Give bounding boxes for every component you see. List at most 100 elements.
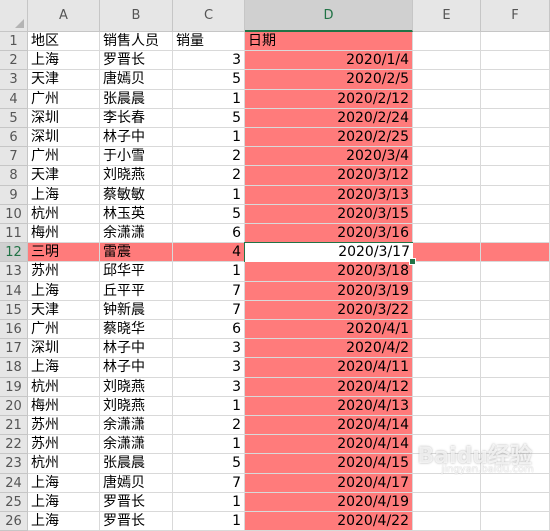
cell-b11[interactable]: 余潇潇: [100, 224, 173, 244]
cell-a21[interactable]: 苏州: [28, 416, 100, 436]
cell-d25[interactable]: 2020/4/19: [245, 492, 413, 512]
cell-a3[interactable]: 天津: [28, 70, 100, 90]
cell-f14[interactable]: [481, 281, 550, 301]
row-header-10[interactable]: 10: [0, 204, 28, 224]
cell-d7[interactable]: 2020/3/4: [245, 147, 413, 167]
cell-a19[interactable]: 杭州: [28, 377, 100, 397]
cell-b22[interactable]: 余潇潇: [100, 435, 173, 455]
cell-a5[interactable]: 深圳: [28, 108, 100, 128]
cell-e10[interactable]: [413, 204, 481, 224]
cell-a1[interactable]: 地区: [28, 32, 100, 52]
cell-d1[interactable]: 日期: [245, 32, 413, 52]
row-header-20[interactable]: 20: [0, 396, 28, 416]
cell-f20[interactable]: [481, 396, 550, 416]
row-header-15[interactable]: 15: [0, 300, 28, 320]
cell-f16[interactable]: [481, 320, 550, 340]
row-header-1[interactable]: 1: [0, 32, 28, 52]
cell-c2[interactable]: 3: [173, 51, 245, 71]
cell-b17[interactable]: 林子中: [100, 339, 173, 359]
row-header-8[interactable]: 8: [0, 166, 28, 186]
cell-d10[interactable]: 2020/3/15: [245, 204, 413, 224]
row-header-2[interactable]: 2: [0, 51, 28, 71]
cell-d21[interactable]: 2020/4/14: [245, 416, 413, 436]
cell-d19[interactable]: 2020/4/12: [245, 377, 413, 397]
column-header-d[interactable]: D: [245, 0, 413, 32]
row-header-19[interactable]: 19: [0, 377, 28, 397]
cell-b14[interactable]: 丘平平: [100, 281, 173, 301]
column-header-f[interactable]: F: [481, 0, 550, 32]
cell-d8[interactable]: 2020/3/12: [245, 166, 413, 186]
cell-b25[interactable]: 罗晋长: [100, 492, 173, 512]
cell-d2[interactable]: 2020/1/4: [245, 51, 413, 71]
cell-c19[interactable]: 3: [173, 377, 245, 397]
cell-b13[interactable]: 邱华平: [100, 262, 173, 282]
cell-e3[interactable]: [413, 70, 481, 90]
row-header-11[interactable]: 11: [0, 224, 28, 244]
cell-c23[interactable]: 5: [173, 454, 245, 474]
cell-b26[interactable]: 罗晋长: [100, 512, 173, 531]
cell-f15[interactable]: [481, 300, 550, 320]
cell-c21[interactable]: 2: [173, 416, 245, 436]
cell-a10[interactable]: 杭州: [28, 204, 100, 224]
cell-b9[interactable]: 蔡敏敏: [100, 185, 173, 205]
cell-a24[interactable]: 上海: [28, 473, 100, 493]
cell-a9[interactable]: 上海: [28, 185, 100, 205]
cell-b23[interactable]: 张晨晨: [100, 454, 173, 474]
cell-f17[interactable]: [481, 339, 550, 359]
cell-b15[interactable]: 钟新晨: [100, 300, 173, 320]
fill-handle[interactable]: [409, 258, 416, 266]
cell-d20[interactable]: 2020/4/13: [245, 396, 413, 416]
cell-f13[interactable]: [481, 262, 550, 282]
cell-d16[interactable]: 2020/4/1: [245, 320, 413, 340]
cell-c6[interactable]: 1: [173, 128, 245, 148]
cell-f10[interactable]: [481, 204, 550, 224]
cell-b16[interactable]: 蔡晓华: [100, 320, 173, 340]
cell-f12[interactable]: [481, 243, 550, 263]
cell-b8[interactable]: 刘晓燕: [100, 166, 173, 186]
cell-f1[interactable]: [481, 32, 550, 52]
cell-a11[interactable]: 梅州: [28, 224, 100, 244]
cell-a20[interactable]: 梅州: [28, 396, 100, 416]
cell-e26[interactable]: [413, 512, 481, 531]
row-header-16[interactable]: 16: [0, 320, 28, 340]
cell-a16[interactable]: 广州: [28, 320, 100, 340]
cell-e5[interactable]: [413, 108, 481, 128]
cell-a14[interactable]: 上海: [28, 281, 100, 301]
cell-b6[interactable]: 林子中: [100, 128, 173, 148]
cell-a15[interactable]: 天津: [28, 300, 100, 320]
cell-a17[interactable]: 深圳: [28, 339, 100, 359]
cell-a4[interactable]: 广州: [28, 89, 100, 109]
row-header-22[interactable]: 22: [0, 435, 28, 455]
cell-c14[interactable]: 7: [173, 281, 245, 301]
cell-e1[interactable]: [413, 32, 481, 52]
cell-c1[interactable]: 销量: [173, 32, 245, 52]
cell-b2[interactable]: 罗晋长: [100, 51, 173, 71]
cell-d4[interactable]: 2020/2/12: [245, 89, 413, 109]
cell-e20[interactable]: [413, 396, 481, 416]
cell-f3[interactable]: [481, 70, 550, 90]
cell-e19[interactable]: [413, 377, 481, 397]
cell-f7[interactable]: [481, 147, 550, 167]
cell-c12[interactable]: 4: [173, 243, 245, 263]
row-header-21[interactable]: 21: [0, 416, 28, 436]
cell-b21[interactable]: 余潇潇: [100, 416, 173, 436]
cell-e4[interactable]: [413, 89, 481, 109]
cell-a8[interactable]: 天津: [28, 166, 100, 186]
cell-f9[interactable]: [481, 185, 550, 205]
cell-d14[interactable]: 2020/3/19: [245, 281, 413, 301]
cell-f2[interactable]: [481, 51, 550, 71]
cell-e24[interactable]: [413, 473, 481, 493]
cell-c24[interactable]: 7: [173, 473, 245, 493]
row-header-9[interactable]: 9: [0, 185, 28, 205]
column-header-a[interactable]: A: [28, 0, 100, 32]
cell-f18[interactable]: [481, 358, 550, 378]
cell-d6[interactable]: 2020/2/25: [245, 128, 413, 148]
cell-b7[interactable]: 于小雪: [100, 147, 173, 167]
cell-f26[interactable]: [481, 512, 550, 531]
cell-e7[interactable]: [413, 147, 481, 167]
cell-d18[interactable]: 2020/4/11: [245, 358, 413, 378]
row-header-18[interactable]: 18: [0, 358, 28, 378]
cell-e11[interactable]: [413, 224, 481, 244]
row-header-4[interactable]: 4: [0, 89, 28, 109]
cell-d26[interactable]: 2020/4/22: [245, 512, 413, 531]
